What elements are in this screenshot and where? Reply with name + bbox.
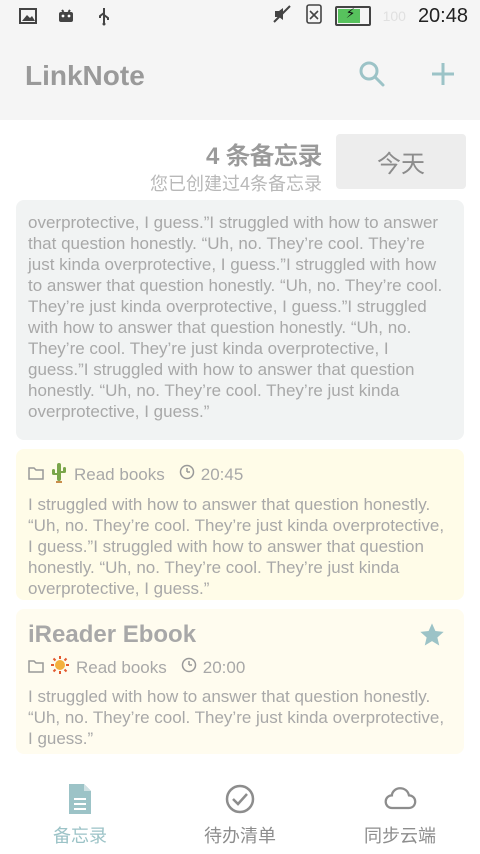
note-count: 4 条备忘录: [205, 143, 322, 170]
nav-todo[interactable]: 待办清单: [160, 770, 320, 854]
nav-label: 备忘录: [53, 826, 107, 846]
folder-icon: [28, 465, 44, 485]
search-icon: [358, 60, 386, 92]
created-subtitle: 您已创建过4条备忘录: [149, 174, 322, 194]
nav-memos[interactable]: 备忘录: [0, 770, 160, 854]
note-body: overprotective, I guess.”I struggled wit…: [28, 213, 443, 421]
note-card[interactable]: iReader Ebook Read books 20:00 I struggl…: [16, 609, 464, 754]
add-note-button[interactable]: [425, 58, 461, 94]
clock-icon: [179, 464, 195, 485]
nav-label: 待办清单: [204, 826, 276, 846]
sim-icon: [305, 3, 323, 29]
note-time: 20:00: [202, 657, 246, 677]
battery-text: 100: [382, 8, 406, 24]
note-meta: Read books 20:45: [28, 461, 452, 488]
nav-sync[interactable]: 同步云端: [320, 770, 480, 854]
mute-icon: [271, 3, 293, 29]
folder-label: Read books: [76, 657, 167, 677]
document-icon: [63, 782, 97, 816]
cactus-icon: [50, 461, 68, 488]
status-right-icons: ⚡ 100 20:48: [271, 3, 468, 29]
clock-icon: [181, 657, 197, 678]
note-time: 20:45: [200, 464, 244, 484]
note-body: I struggled with how to answer that ques…: [28, 495, 445, 598]
star-icon[interactable]: [418, 621, 446, 649]
app-bar: LinkNote: [0, 36, 480, 120]
note-meta: Read books 20:00: [28, 655, 452, 680]
folder-icon: [28, 658, 44, 678]
check-circle-icon: [223, 782, 257, 816]
image-icon: [18, 6, 38, 30]
cloud-icon: [383, 782, 417, 816]
plus-icon: [429, 60, 457, 92]
folder-label: Read books: [74, 464, 165, 484]
note-body: I struggled with how to answer that ques…: [28, 687, 445, 748]
nav-label: 同步云端: [364, 826, 436, 846]
note-title: iReader Ebook: [28, 621, 197, 648]
note-card[interactable]: overprotective, I guess.”I struggled wit…: [16, 200, 464, 440]
usb-icon: [94, 6, 114, 30]
sun-icon: [50, 655, 70, 680]
status-bar: ⚡ 100 20:48: [0, 0, 480, 36]
note-card[interactable]: Read books 20:45 I struggled with how to…: [16, 449, 464, 600]
bottom-navigation: 备忘录 待办清单 同步云端: [0, 770, 480, 854]
today-button[interactable]: 今天: [336, 134, 466, 189]
android-icon: [56, 6, 76, 30]
app-title: LinkNote: [25, 60, 145, 91]
battery-icon: ⚡: [334, 6, 371, 26]
search-button[interactable]: [354, 58, 390, 94]
status-time: 20:48: [417, 4, 468, 27]
status-left-icons: [18, 6, 114, 30]
